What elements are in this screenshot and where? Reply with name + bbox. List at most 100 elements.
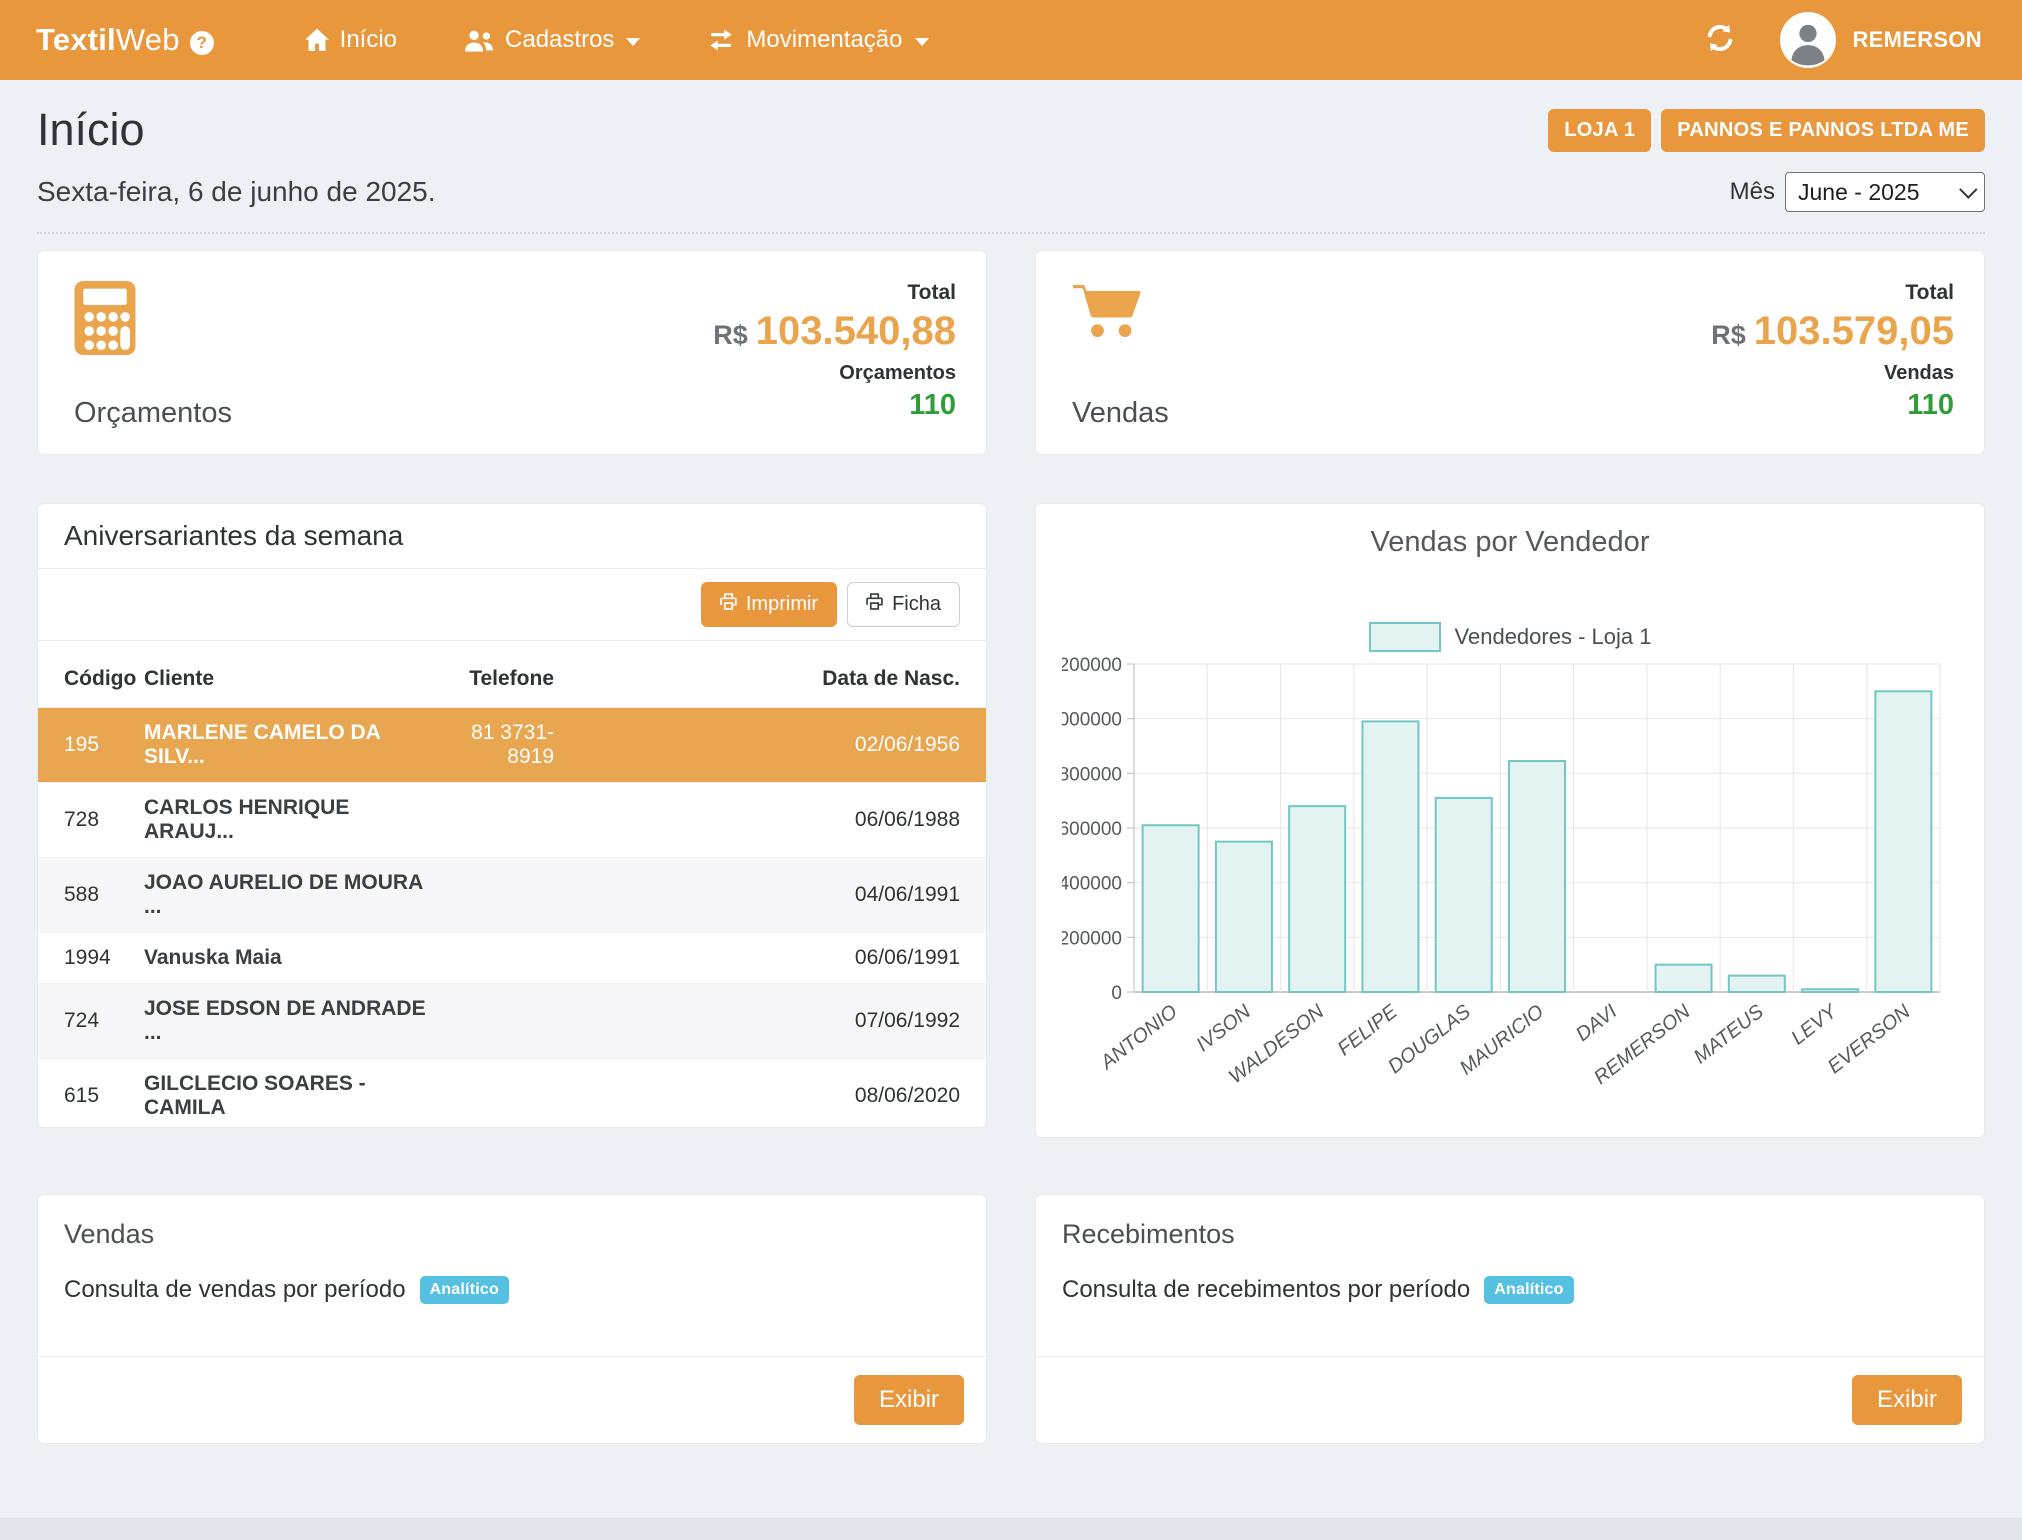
birthdays-title: Aniversariantes da semana (64, 520, 960, 552)
vendas-card: Vendas Total R$103.579,05 Vendas 110 (1035, 250, 1985, 455)
x-tick-label: DAVI (1572, 1000, 1622, 1046)
cell-date: 06/06/1988 (554, 783, 986, 858)
table-row[interactable]: 728CARLOS HENRIQUE ARAUJ... 06/06/1988 (38, 783, 986, 858)
nav-items: Início Cadastros Movimentação (304, 26, 929, 54)
column-header-codigo: Código (38, 641, 144, 708)
chart-bar-everson (1875, 691, 1931, 992)
chart-bar-ivson (1216, 842, 1272, 992)
nav-item-movimentacao[interactable]: Movimentação (706, 26, 928, 54)
sales-chart: 020000040000060000080000010000001200000A… (1062, 640, 1960, 1120)
total-value: R$103.540,88 (713, 309, 956, 354)
user-menu[interactable]: REMERSON (1780, 12, 1982, 68)
chevron-down-icon (1959, 180, 1977, 198)
chevron-down-icon (915, 38, 929, 46)
cell-client: Vanuska Maia (144, 933, 434, 984)
chart-bar-felipe (1362, 721, 1418, 992)
cell-code: 724 (38, 984, 144, 1059)
birthdays-card: Aniversariantes da semana Imprimir Ficha (37, 503, 987, 1128)
print-button[interactable]: Imprimir (701, 582, 837, 627)
avatar (1780, 12, 1836, 68)
nav-item-label: Início (340, 26, 397, 54)
orcamentos-card: Orçamentos Total R$103.540,88 Orçamentos… (37, 250, 987, 455)
column-header-data: Data de Nasc. (554, 641, 986, 708)
chart-bar-mateus (1729, 976, 1785, 992)
cell-date: 07/06/1992 (554, 984, 986, 1059)
birthdays-table-body: 195MARLENE CAMELO DA SILV...81 3731-8919… (38, 708, 986, 1129)
ficha-button[interactable]: Ficha (847, 582, 960, 627)
month-select[interactable]: June - 2025 (1785, 172, 1985, 212)
exibir-recebimentos-button[interactable]: Exibir (1852, 1375, 1962, 1425)
cell-client: CARLOS HENRIQUE ARAUJ... (144, 783, 434, 858)
y-tick-label: 800000 (1062, 764, 1122, 785)
cell-phone (434, 858, 554, 933)
chart-bar-levy (1802, 989, 1858, 992)
chart-bar-douglas (1436, 798, 1492, 992)
count-label: Vendas (1711, 362, 1954, 385)
table-row[interactable]: 588JOAO AURELIO DE MOURA ...04/06/1991 (38, 858, 986, 933)
page: TextilWeb ? Início Cadastros (0, 0, 2022, 1540)
x-tick-label: MATEUS (1690, 1000, 1769, 1068)
cell-date: 02/06/1956 (554, 708, 986, 783)
nav-item-cadastros[interactable]: Cadastros (463, 26, 640, 54)
table-row[interactable]: 1994Vanuska Maia06/06/1991 (38, 933, 986, 984)
total-label: Total (713, 281, 956, 305)
brand[interactable]: TextilWeb ? (36, 22, 214, 58)
total-value: R$103.579,05 (1711, 309, 1954, 354)
summary-label: Vendas (1072, 397, 1169, 430)
cell-phone (434, 984, 554, 1059)
y-tick-label: 1000000 (1062, 710, 1122, 731)
chart-bar-antonio (1143, 825, 1199, 992)
cart-icon (1072, 281, 1169, 346)
chart-bar-mauricio (1509, 761, 1565, 992)
table-row[interactable]: 724JOSE EDSON DE ANDRADE ...07/06/1992 (38, 984, 986, 1059)
month-label: Mês (1730, 178, 1775, 206)
navbar-right: REMERSON (1704, 12, 1982, 68)
chart-title: Vendas por Vendedor (1036, 526, 1984, 559)
table-row[interactable]: 195MARLENE CAMELO DA SILV...81 3731-8919… (38, 708, 986, 783)
brand-logo: TextilWeb (36, 22, 180, 58)
count-label: Orçamentos (713, 362, 956, 385)
chart-bar-waldeson (1289, 806, 1345, 992)
refresh-icon[interactable] (1704, 22, 1736, 59)
count-value: 110 (713, 389, 956, 422)
x-tick-label: ANTONIO (1096, 1001, 1182, 1075)
recebimentos-report-title: Recebimentos (1036, 1195, 1984, 1250)
column-header-cliente: Cliente (144, 641, 434, 708)
table-row[interactable]: 615GILCLECIO SOARES - CAMILA08/06/2020 (38, 1059, 986, 1129)
sales-chart-card: Vendas por Vendedor Vendedores - Loja 1 … (1035, 503, 1985, 1138)
cell-code: 195 (38, 708, 144, 783)
y-tick-label: 200000 (1062, 928, 1122, 949)
vendas-report-description: Consulta de vendas por período (64, 1276, 406, 1304)
help-icon[interactable]: ? (190, 31, 214, 55)
cell-phone (434, 933, 554, 984)
content: Início LOJA 1 PANNOS E PANNOS LTDA ME Se… (0, 104, 2022, 1444)
nav-item-label: Movimentação (746, 26, 902, 54)
printer-icon (866, 593, 883, 616)
navbar: TextilWeb ? Início Cadastros (0, 0, 2022, 80)
nav-item-label: Cadastros (505, 26, 614, 54)
exibir-vendas-button[interactable]: Exibir (854, 1375, 964, 1425)
count-value: 110 (1711, 389, 1954, 422)
current-date: Sexta-feira, 6 de junho de 2025. (37, 176, 436, 208)
y-tick-label: 0 (1111, 983, 1122, 1004)
cell-client: JOAO AURELIO DE MOURA ... (144, 858, 434, 933)
nav-item-inicio[interactable]: Início (304, 26, 397, 54)
y-tick-label: 1200000 (1062, 655, 1122, 676)
cell-phone: 81 3731-8919 (434, 708, 554, 783)
page-footer (0, 1518, 2022, 1540)
recebimentos-report-description: Consulta de recebimentos por período (1062, 1276, 1470, 1304)
x-tick-label: IVSON (1192, 1000, 1255, 1056)
cell-client: MARLENE CAMELO DA SILV... (144, 708, 434, 783)
month-select-value: June - 2025 (1798, 179, 1919, 206)
analitico-badge: Analítico (1484, 1276, 1573, 1304)
cell-code: 728 (38, 783, 144, 858)
store-button[interactable]: LOJA 1 (1548, 109, 1651, 152)
company-button[interactable]: PANNOS E PANNOS LTDA ME (1661, 109, 1985, 152)
y-tick-label: 600000 (1062, 819, 1122, 840)
vendas-report-title: Vendas (38, 1195, 986, 1250)
total-label: Total (1711, 281, 1954, 305)
x-tick-label: LEVY (1787, 1000, 1842, 1050)
chart-bar-remerson (1656, 965, 1712, 992)
users-icon (463, 28, 495, 53)
summary-label: Orçamentos (74, 397, 232, 430)
